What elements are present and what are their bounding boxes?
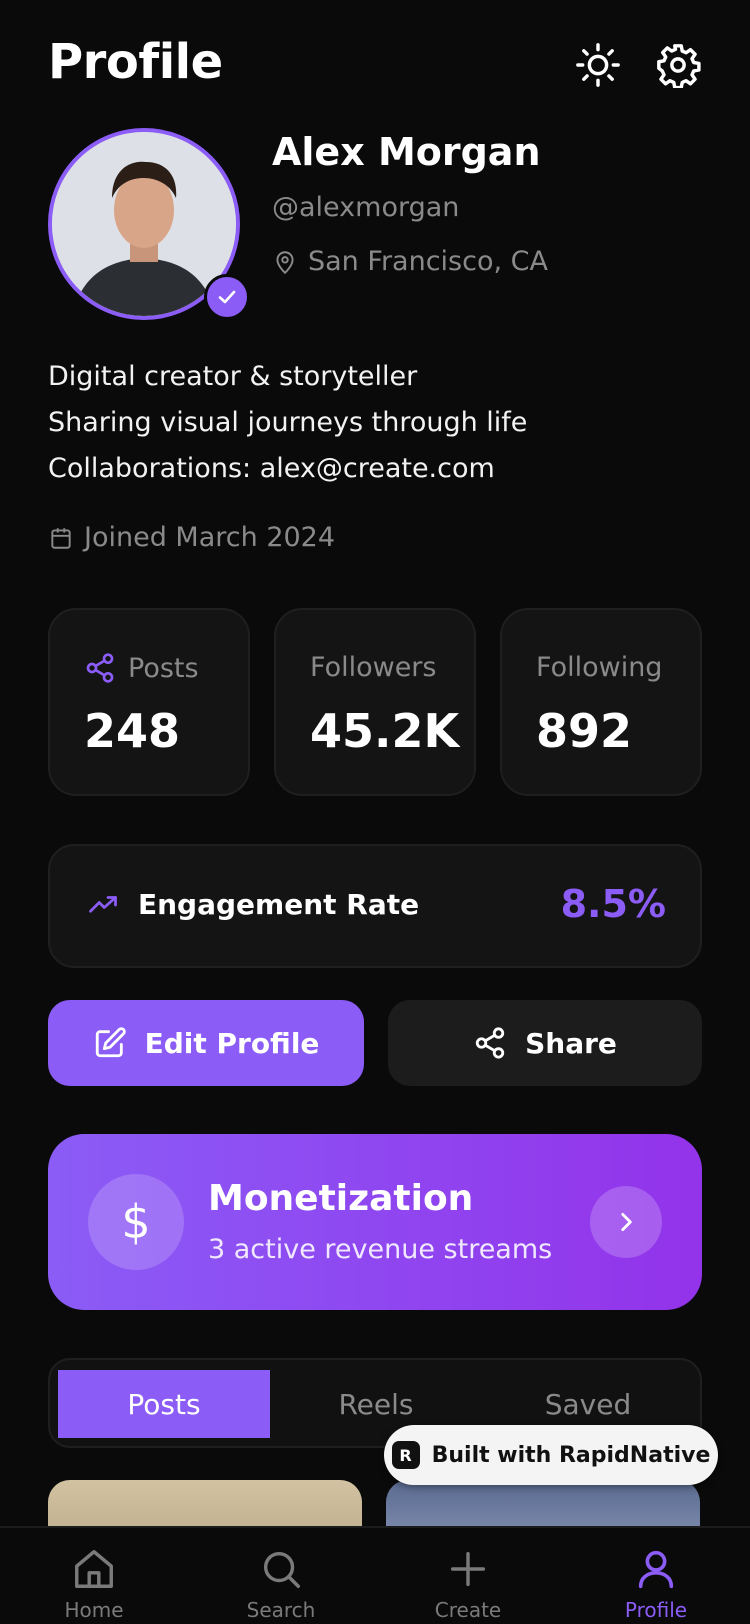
stat-card-followers[interactable]: Followers 45.2K [274,608,476,796]
search-icon [263,1551,300,1588]
monetization-subtitle: 3 active revenue streams [208,1234,553,1265]
sun-icon[interactable] [573,40,623,90]
nav-profile[interactable]: Profile [581,1546,731,1622]
rapidnative-logo-icon: R [391,1441,420,1469]
calendar-icon [51,527,71,549]
user-icon [638,1550,674,1589]
engagement-value: 8.5% [560,882,666,926]
joined-date: Joined March 2024 [48,522,335,553]
profile-location: San Francisco, CA [272,246,548,277]
edit-profile-label: Edit Profile [144,1026,320,1060]
plus-icon [450,1551,486,1587]
stat-label: Following [536,652,662,683]
profile-bio: Digital creator & storyteller Sharing vi… [48,354,527,492]
nav-search[interactable]: Search [206,1546,356,1622]
stat-label-text: Following [536,652,663,683]
location-text: San Francisco, CA [308,246,548,277]
share-icon [475,1027,505,1059]
check-icon [204,274,250,320]
joined-text: Joined March 2024 [84,522,336,553]
share-button[interactable]: Share [388,1000,702,1086]
share-label: Share [525,1026,617,1060]
share-icon [86,653,114,683]
stat-value: 45.2K [310,704,460,758]
engagement-label: Engagement Rate [84,888,419,921]
bottom-nav: Home Search Create Profile [0,1526,750,1624]
built-with-text: Built with RapidNative [431,1442,711,1468]
nav-label: Create [434,1598,502,1622]
bio-line: Digital creator & storyteller [48,361,418,392]
trending-up-icon [89,895,117,913]
nav-home[interactable]: Home [19,1546,169,1622]
stat-card-following[interactable]: Following 892 [500,608,702,796]
nav-label: Profile [624,1598,688,1622]
stat-label-text: Posts [128,652,199,684]
chevron-right-icon[interactable] [590,1186,662,1258]
edit-profile-button[interactable]: Edit Profile [48,1000,364,1086]
gear-icon[interactable] [653,40,703,90]
stat-value: 892 [536,704,633,758]
engagement-card: Engagement Rate 8.5% [48,844,702,968]
nav-label: Home [64,1598,124,1622]
tab-posts[interactable]: Posts [58,1370,270,1438]
nav-label: Search [246,1598,316,1622]
profile-name: Alex Morgan [272,130,541,174]
stat-value: 248 [84,704,181,758]
engagement-label-text: Engagement Rate [138,888,420,921]
bio-line: Collaborations: alex@create.com [48,453,495,484]
profile-handle: @alexmorgan [272,192,460,223]
monetization-card[interactable]: $ Monetization 3 active revenue streams [48,1134,702,1310]
stat-label: Followers [310,652,436,683]
page-title: Profile [48,34,223,90]
avatar[interactable] [48,128,250,320]
map-pin-icon [276,250,294,274]
bio-line: Sharing visual journeys through life [48,407,528,438]
header: Profile [0,0,750,130]
edit-icon [95,1027,126,1058]
stat-label: Posts [84,652,199,684]
dollar-icon: $ [88,1174,184,1270]
stat-label-text: Followers [310,652,437,683]
stat-card-posts[interactable]: Posts 248 [48,608,250,796]
nav-create[interactable]: Create [393,1546,543,1622]
monetization-title: Monetization [208,1178,474,1219]
home-icon [75,1550,113,1588]
built-with-badge[interactable]: R Built with RapidNative [384,1425,718,1485]
